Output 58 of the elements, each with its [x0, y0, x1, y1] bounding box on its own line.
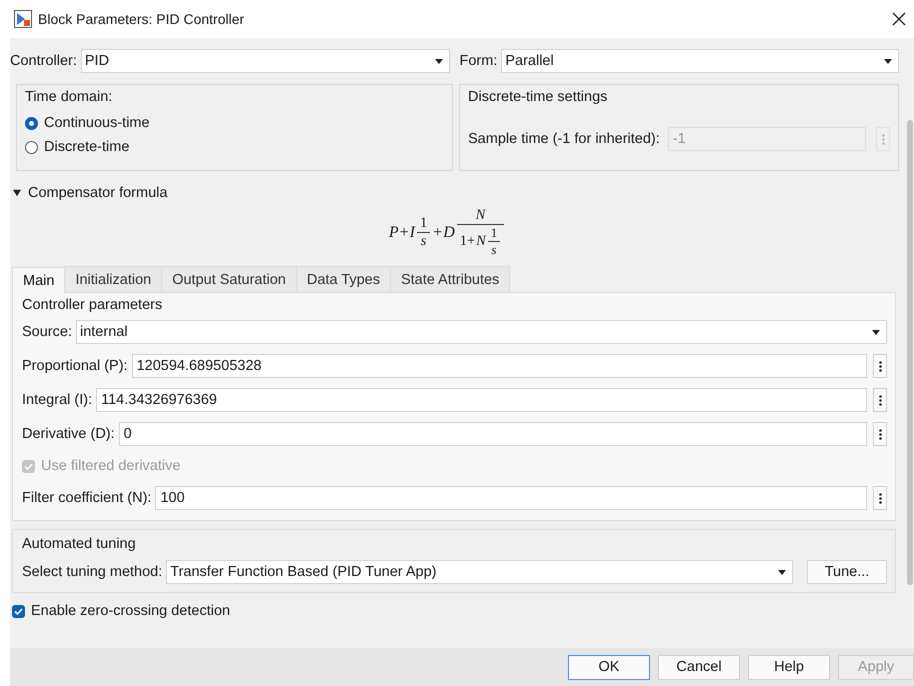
group-title: Discrete-time settings — [468, 89, 608, 105]
tab[interactable]: Initialization — [64, 266, 162, 292]
field-label: Proportional (P): — [22, 358, 128, 374]
field-label: Filter coefficient (N): — [22, 490, 152, 506]
radio-button[interactable] — [25, 116, 38, 130]
field-label: Form: — [460, 53, 498, 69]
radio-label: Discrete-time — [44, 139, 130, 155]
field-label: Derivative (D): — [22, 426, 115, 442]
input-field[interactable]: 114.34326976369 — [96, 388, 867, 412]
vertical-dots-icon — [882, 134, 884, 144]
more-options-button[interactable] — [873, 354, 887, 378]
field-label: Controller: — [10, 53, 77, 69]
dialog-button[interactable]: OK — [568, 654, 650, 680]
checkbox-label: Enable zero-crossing detection — [31, 603, 230, 619]
caret-icon — [434, 58, 442, 64]
field-label: Sample time (-1 for inherited): — [468, 131, 660, 147]
group-title: Controller parameters — [22, 297, 164, 313]
more-options-button[interactable] — [873, 388, 887, 412]
tab[interactable]: State Attributes — [390, 266, 510, 292]
group-title: Time domain: — [25, 89, 112, 105]
tab[interactable]: Data Types — [296, 266, 391, 292]
window-title: Block Parameters: PID Controller — [38, 11, 246, 27]
more-options-button[interactable] — [873, 486, 887, 510]
group-title: Automated tuning — [22, 536, 137, 552]
expand-arrow-icon[interactable] — [12, 189, 22, 197]
caret-icon — [872, 330, 880, 334]
input-field[interactable]: 120594.689505328 — [132, 354, 867, 378]
check-icon — [24, 462, 33, 470]
tab[interactable]: Output Saturation — [161, 266, 297, 292]
checkbox[interactable] — [12, 604, 25, 618]
dialog-button[interactable]: Help — [748, 654, 830, 680]
tune-button[interactable]: Tune... — [807, 560, 887, 584]
block-diagram-icon — [14, 10, 32, 28]
input-field[interactable]: 100 — [155, 486, 867, 510]
checkbox-label: Use filtered derivative — [41, 458, 180, 474]
radio-button[interactable] — [25, 140, 38, 154]
field-label: Integral (I): — [22, 392, 92, 408]
form-dropdown[interactable]: Parallel — [501, 49, 899, 73]
input-field[interactable]: 0 — [118, 422, 867, 446]
dialog-button[interactable]: Cancel — [658, 654, 740, 680]
vertical-dots-icon — [878, 428, 882, 440]
vertical-dots-icon — [878, 360, 882, 372]
field-label: Source: — [22, 324, 72, 340]
tab[interactable]: Main — [12, 267, 66, 293]
caret-icon — [884, 58, 892, 64]
source-dropdown[interactable]: internal — [76, 320, 887, 344]
controller-dropdown[interactable]: PID — [80, 49, 450, 73]
section-title: Compensator formula — [28, 185, 168, 201]
scrollbar-thumb[interactable] — [907, 120, 913, 585]
close-icon[interactable] — [892, 12, 906, 26]
caret-icon — [778, 570, 786, 574]
check-icon — [14, 608, 23, 614]
radio-label: Continuous-time — [44, 115, 150, 131]
field-label: Select tuning method: — [22, 564, 162, 580]
tuning-method-dropdown[interactable]: Transfer Function Based (PID Tuner App) — [166, 560, 793, 584]
more-options-button[interactable] — [873, 422, 887, 446]
vertical-dots-icon — [878, 394, 882, 406]
vertical-dots-icon — [878, 492, 882, 504]
